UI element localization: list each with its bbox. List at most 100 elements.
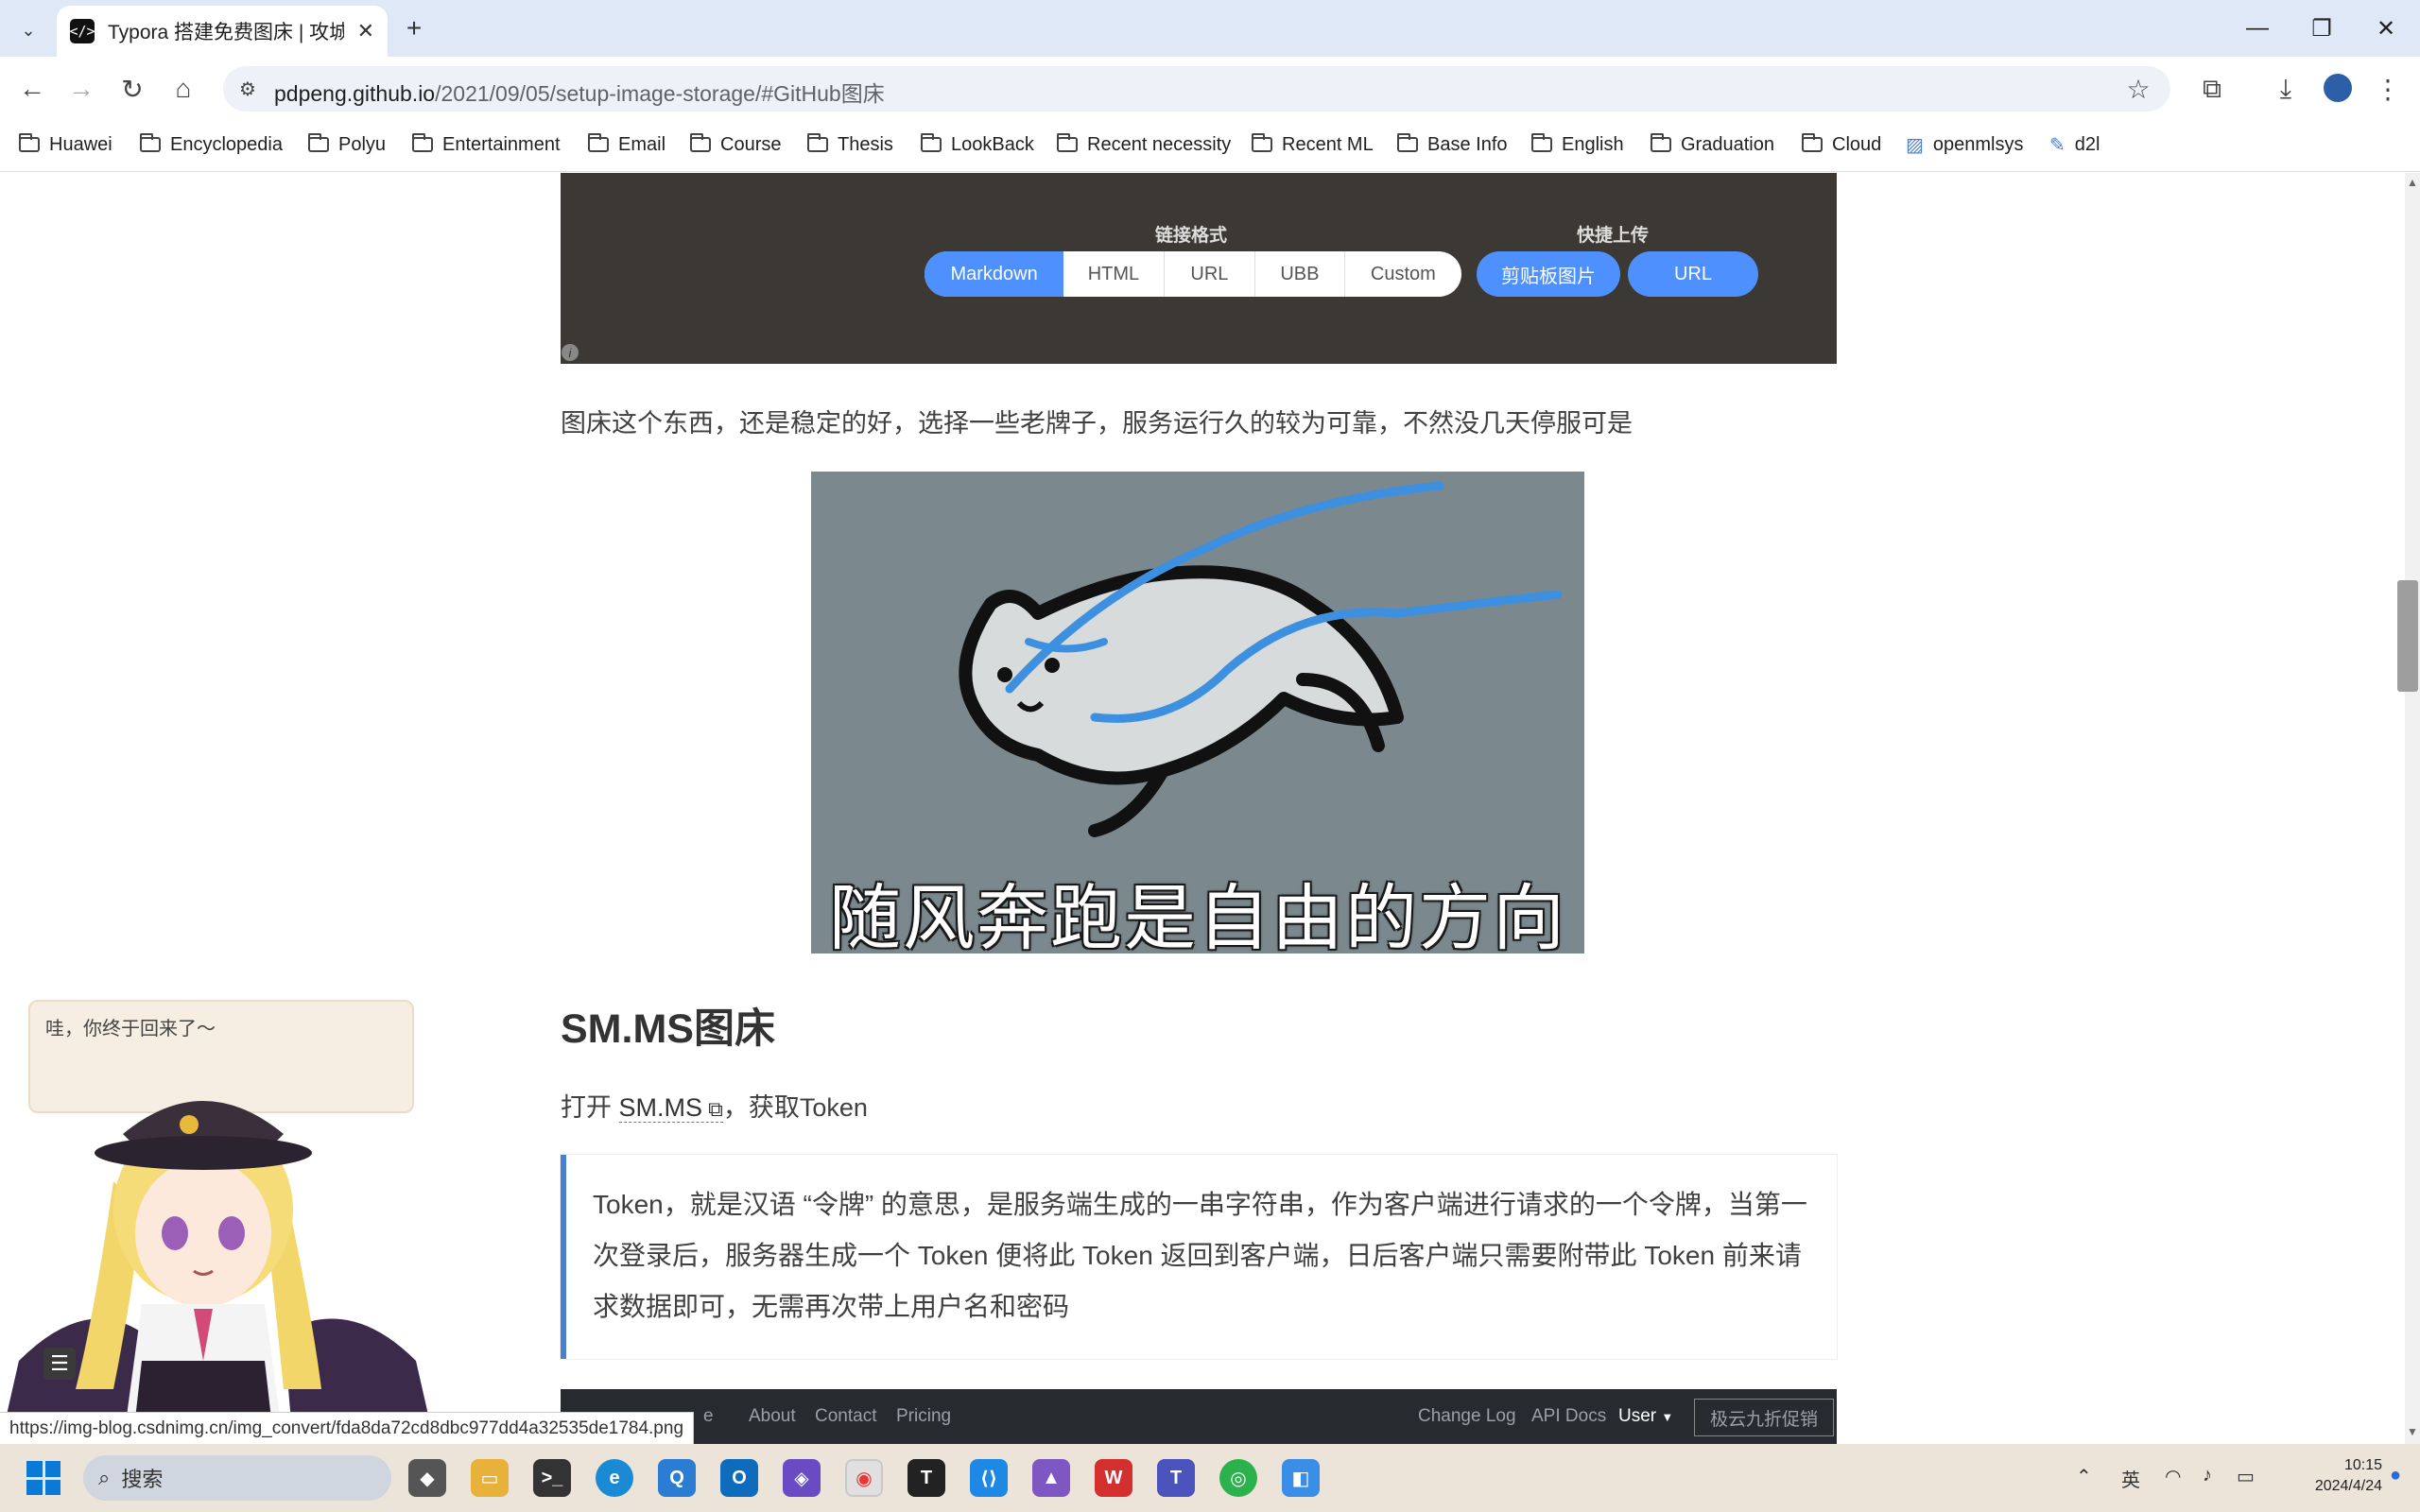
bookmark-lookback[interactable]: LookBack [921, 129, 1034, 161]
folder-icon [588, 133, 609, 152]
scrollbar[interactable] [2405, 173, 2420, 1444]
address-url[interactable]: pdpeng.github.io/2021/09/05/setup-image-… [274, 76, 885, 108]
photos-icon[interactable]: ▲ [1032, 1459, 1070, 1497]
windows-start-icon[interactable] [26, 1461, 60, 1495]
notification-bell-icon[interactable]: ● [2390, 1465, 2401, 1486]
tab-close-icon[interactable]: ✕ [357, 19, 374, 43]
bookmark-english[interactable]: English [1531, 129, 1624, 161]
clipboard-upload-button[interactable]: 剪贴板图片 [1477, 251, 1620, 297]
terminal-icon[interactable]: >_ [533, 1459, 571, 1497]
paragraph-smms: 打开 SM.MS ⧉，获取Token [561, 1093, 868, 1123]
promo-button[interactable]: 极云九折促销 [1694, 1399, 1834, 1436]
nav-link-home[interactable]: e [703, 1406, 714, 1427]
bookmark-huawei[interactable]: Huawei [19, 129, 112, 161]
file-explorer-icon[interactable]: ▭ [471, 1459, 509, 1497]
app-icon-1[interactable]: ◆ [408, 1459, 446, 1497]
battery-icon[interactable]: ▭ [2237, 1465, 2255, 1488]
chrome-icon[interactable]: ◉ [845, 1459, 883, 1497]
blockquote: Token，就是汉语 “令牌” 的意思，是服务端生成的一串字符串，作为客户端进行… [561, 1155, 1837, 1359]
teams-icon[interactable]: T [1157, 1459, 1195, 1497]
format-group-title: 链接格式 [1155, 226, 1228, 246]
volume-icon[interactable]: ♪ [2203, 1465, 2212, 1486]
scroll-up-icon[interactable]: ▲ [2405, 176, 2420, 189]
extensions-icon[interactable]: ⧉ [2193, 70, 2231, 108]
taskbar-search[interactable]: ⌕ 搜索 [83, 1455, 391, 1501]
quote-text: Token，就是汉语 “令牌” 的意思，是服务端生成的一串字符串，作为客户端进行… [593, 1190, 1807, 1321]
bookmark-polyu[interactable]: Polyu [308, 129, 386, 161]
wps-icon[interactable]: W [1095, 1459, 1132, 1497]
widget-menu-icon[interactable]: ☰ [43, 1348, 76, 1380]
search-icon: ⌕ [98, 1466, 111, 1489]
wifi-icon[interactable]: ◠ [2165, 1465, 2181, 1488]
format-markdown[interactable]: Markdown [925, 251, 1064, 297]
edge-icon[interactable]: e [596, 1459, 633, 1497]
folder-icon [1531, 133, 1552, 152]
vscode-icon[interactable]: ⟨⟩ [970, 1459, 1008, 1497]
meme-caption: 随风奔跑是自由的方向 [829, 879, 1566, 959]
bookmark-thesis[interactable]: Thesis [807, 129, 893, 161]
app-icon-last[interactable]: ◧ [1282, 1459, 1320, 1497]
bookmark-openmlsys[interactable]: ▨ openmlsys [1906, 129, 2024, 161]
site-info-icon[interactable]: ⚙ [234, 76, 261, 102]
bookmark-star-icon[interactable]: ☆ [2119, 70, 2157, 108]
git-icon[interactable]: ◈ [783, 1459, 821, 1497]
bookmark-graduation[interactable]: Graduation [1651, 129, 1774, 161]
nav-link-changelog[interactable]: Change Log [1418, 1406, 1516, 1427]
reload-icon[interactable]: ↻ [113, 70, 151, 108]
quick-upload-title: 快捷上传 [1577, 226, 1650, 246]
folder-icon [807, 133, 828, 152]
nav-link-contact[interactable]: Contact [815, 1406, 876, 1427]
home-icon[interactable]: ⌂ [164, 70, 202, 108]
bookmark-course[interactable]: Course [690, 129, 781, 161]
nav-link-pricing[interactable]: Pricing [896, 1406, 951, 1427]
paragraph: 图床这个东西，还是稳定的好，选择一些老牌子，服务运行久的较为可靠，不然没几天停服… [561, 409, 1633, 438]
download-icon[interactable]: ⤓ [2267, 70, 2305, 108]
tab-active[interactable]: </> Typora 搭建免费图床 | 攻城狮 ✕ [57, 6, 388, 57]
edit-icon: ✎ [2049, 134, 2066, 156]
mascot-drawing [0, 1101, 435, 1444]
outlook-icon[interactable]: O [720, 1459, 758, 1497]
bookmark-entertainment[interactable]: Entertainment [412, 129, 561, 161]
bookmark-base-info[interactable]: Base Info [1397, 129, 1508, 161]
tab-search-icon[interactable]: ⌄ [13, 15, 43, 45]
nav-link-about[interactable]: About [749, 1406, 796, 1427]
format-html[interactable]: HTML [1063, 251, 1163, 297]
smms-link[interactable]: SM.MS ⧉ [618, 1093, 723, 1123]
bookmark-recent-ml[interactable]: Recent ML [1252, 129, 1374, 161]
format-ubb[interactable]: UBB [1254, 251, 1344, 297]
favicon-icon: </> [69, 19, 95, 43]
folder-icon [19, 133, 40, 152]
scrollbar-thumb[interactable] [2397, 580, 2418, 692]
minimize-icon[interactable]: — [2229, 8, 2286, 49]
menu-kebab-icon[interactable]: ⋮ [2369, 70, 2407, 108]
bookmark-cloud[interactable]: Cloud [1802, 129, 1881, 161]
folder-icon [1397, 133, 1418, 152]
url-upload-button[interactable]: URL [1628, 251, 1758, 297]
format-url[interactable]: URL [1163, 251, 1255, 297]
wechat-icon[interactable]: ◎ [1219, 1459, 1257, 1497]
scroll-down-icon[interactable]: ▼ [2405, 1425, 2420, 1438]
tray-chevron-icon[interactable]: ⌃ [2076, 1465, 2092, 1488]
bookmark-recent-necessity[interactable]: Recent necessity [1057, 129, 1231, 161]
back-icon[interactable]: ← [13, 70, 51, 108]
typora-icon[interactable]: T [908, 1459, 945, 1497]
bookmark-encyclopedia[interactable]: Encyclopedia [140, 129, 283, 161]
external-link-icon: ⧉ [702, 1097, 723, 1121]
folder-icon [412, 133, 433, 152]
anime-mascot[interactable] [0, 1077, 435, 1444]
forward-icon[interactable]: → [62, 70, 100, 108]
format-custom[interactable]: Custom [1343, 251, 1461, 297]
bookmark-email[interactable]: Email [588, 129, 666, 161]
tab-title: Typora 搭建免费图床 | 攻城狮 [108, 22, 344, 43]
user-dropdown[interactable]: User ▼ [1618, 1406, 1673, 1427]
restore-icon[interactable]: ❐ [2293, 8, 2350, 49]
profile-avatar[interactable] [2324, 74, 2352, 102]
search-app-icon[interactable]: Q [658, 1459, 696, 1497]
clock[interactable]: 10:15 2024/4/24 [2297, 1455, 2382, 1497]
nav-link-api-docs[interactable]: API Docs [1531, 1406, 1606, 1427]
folder-icon [1802, 133, 1823, 152]
new-tab-button[interactable]: + [397, 11, 431, 45]
close-window-icon[interactable]: ✕ [2358, 8, 2414, 49]
bookmark-d2l[interactable]: ✎ d2l [2049, 129, 2100, 161]
ime-indicator[interactable]: 英 [2121, 1465, 2140, 1492]
